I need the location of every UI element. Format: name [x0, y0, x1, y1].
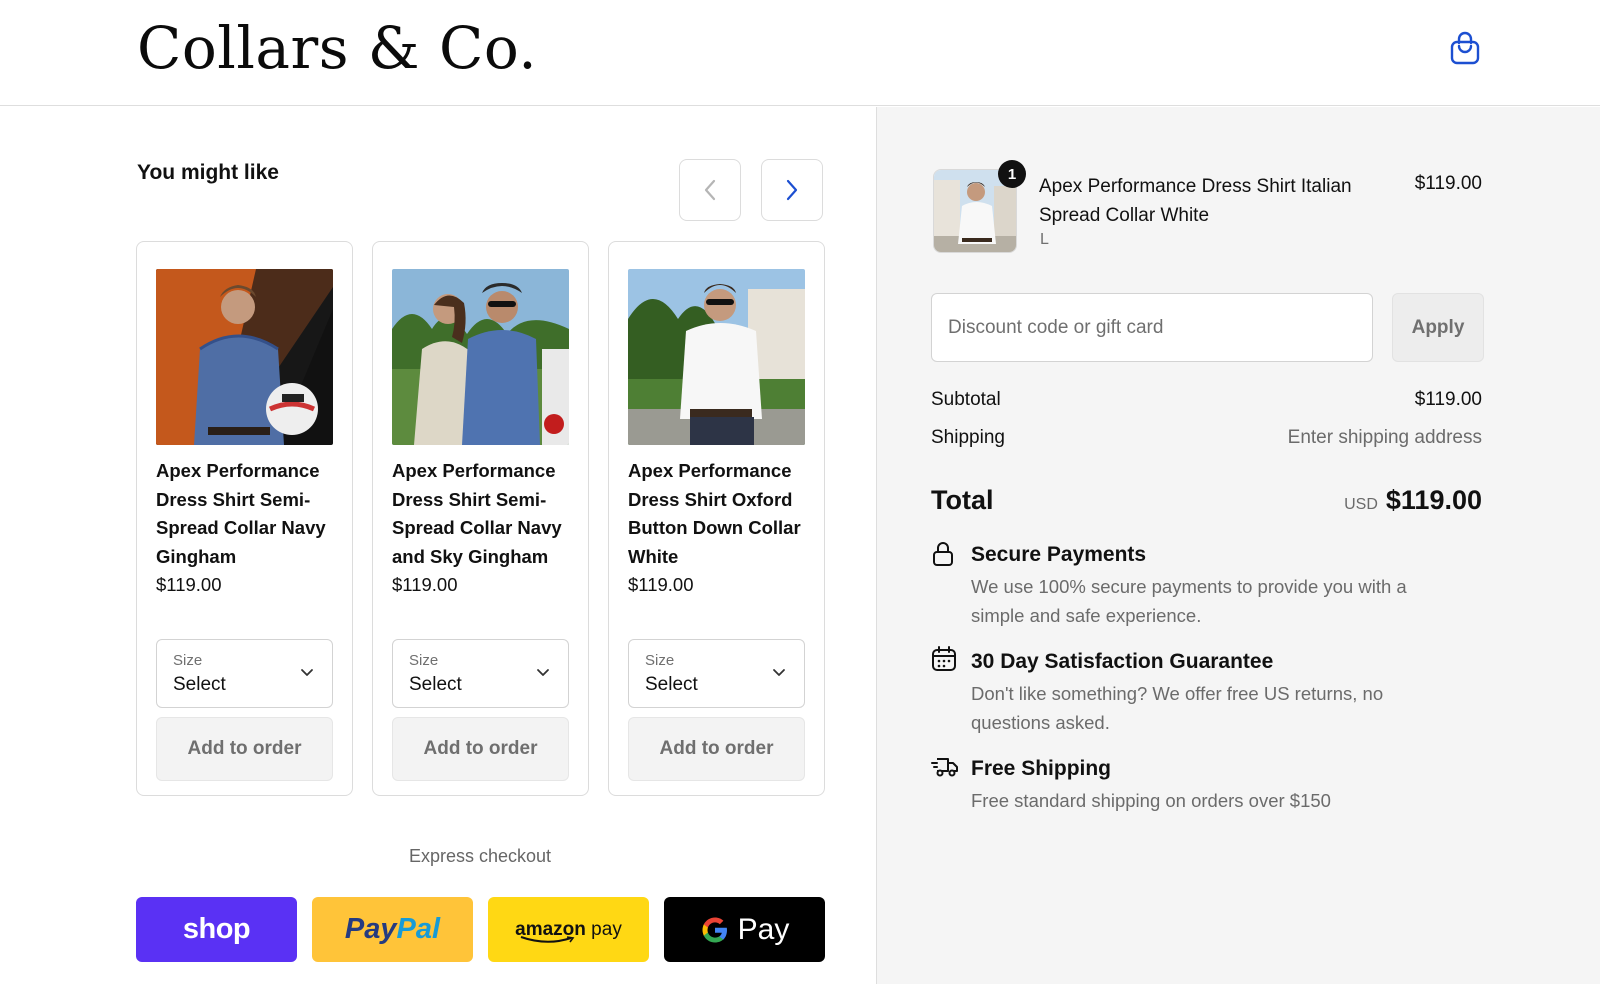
- size-label: Size: [645, 652, 675, 669]
- lock-icon: [933, 542, 953, 566]
- product-title[interactable]: Apex Performance Dress Shirt Oxford Butt…: [628, 457, 808, 600]
- site-header: Collars & Co.: [0, 0, 1600, 106]
- product-name[interactable]: Apex Performance Dress Shirt Semi-Spread…: [156, 460, 326, 567]
- product-price: $119.00: [628, 574, 694, 596]
- feature-description: We use 100% secure payments to provide y…: [971, 576, 1407, 626]
- product-image[interactable]: [628, 269, 805, 445]
- order-summary: 1 Apex Performance Dress Shirt Italian S…: [876, 107, 1600, 984]
- shipping-label: Shipping: [931, 427, 1005, 448]
- express-checkout-heading: Express checkout: [408, 846, 552, 866]
- product-name[interactable]: Apex Performance Dress Shirt Semi-Spread…: [392, 460, 562, 567]
- quantity-badge: 1: [998, 160, 1026, 188]
- feature-description: Don't like something? We offer free US r…: [971, 683, 1384, 733]
- size-value: Select: [409, 674, 462, 695]
- carousel-prev-button[interactable]: [679, 159, 741, 221]
- add-to-order-button[interactable]: Add to order: [392, 717, 569, 781]
- add-to-order-button[interactable]: Add to order: [156, 717, 333, 781]
- feature-title: Secure Payments: [971, 543, 1147, 566]
- amazon-pay-text: pay: [585, 918, 622, 940]
- total-amount: $119.00: [1385, 485, 1482, 515]
- shop-pay-button[interactable]: shop: [136, 897, 297, 962]
- feature-description: Free standard shipping on orders over $1…: [971, 790, 1331, 811]
- order-item-variant: L: [1040, 231, 1049, 248]
- amazon-pay-logo: amazon pay: [515, 918, 622, 943]
- shipping-value: Enter shipping address: [1287, 427, 1482, 448]
- feature-title: 30 Day Satisfaction Guarantee: [971, 650, 1274, 673]
- paypal-logo-pal: Pal: [396, 913, 441, 945]
- chevron-left-icon: [704, 179, 716, 201]
- order-item-price: $119.00: [1414, 173, 1482, 194]
- apply-discount-button[interactable]: Apply: [1392, 293, 1484, 362]
- google-pay-text: Pay: [737, 912, 790, 946]
- discount-code-input[interactable]: [931, 293, 1373, 362]
- product-name[interactable]: Apex Performance Dress Shirt Oxford Butt…: [628, 460, 801, 567]
- product-title[interactable]: Apex Performance Dress Shirt Semi-Spread…: [392, 457, 572, 600]
- order-item-name: Apex Performance Dress Shirt Italian Spr…: [1039, 176, 1352, 226]
- total-currency: USD: [1344, 496, 1378, 513]
- subtotal-label: Subtotal: [931, 389, 1001, 410]
- product-card: Apex Performance Dress Shirt Semi-Spread…: [136, 241, 353, 796]
- chevron-down-icon: [537, 669, 549, 676]
- size-select[interactable]: Size Select: [156, 639, 333, 708]
- google-pay-button[interactable]: Pay: [664, 897, 825, 962]
- feature-title: Free Shipping: [971, 757, 1112, 780]
- chevron-right-icon: [786, 179, 798, 201]
- product-price: $119.00: [392, 574, 458, 596]
- size-value: Select: [645, 674, 698, 695]
- product-price: $119.00: [156, 574, 222, 596]
- google-g-icon: [702, 917, 727, 942]
- size-label: Size: [409, 652, 439, 669]
- size-label: Size: [173, 652, 203, 669]
- amazon-pay-button[interactable]: amazon pay: [488, 897, 649, 962]
- chevron-down-icon: [773, 669, 785, 676]
- paypal-button[interactable]: PayPal: [312, 897, 473, 962]
- chevron-down-icon: [301, 669, 313, 676]
- total-amount-group: USD $119.00: [1344, 485, 1482, 516]
- calendar-icon: [932, 646, 956, 671]
- add-to-order-button[interactable]: Add to order: [628, 717, 805, 781]
- size-value: Select: [173, 674, 226, 695]
- upsell-heading: You might like: [137, 161, 279, 184]
- paypal-logo-pay: Pay: [344, 913, 397, 945]
- delivery-truck-icon: [931, 758, 958, 777]
- product-image[interactable]: [156, 269, 333, 445]
- shopping-bag-icon[interactable]: [1450, 31, 1480, 65]
- product-title[interactable]: Apex Performance Dress Shirt Semi-Spread…: [156, 457, 336, 600]
- main-column: You might like Apex Performance Dress Sh…: [0, 107, 876, 984]
- carousel-next-button[interactable]: [761, 159, 823, 221]
- paypal-logo: PayPal: [345, 913, 440, 946]
- total-label: Total: [931, 485, 994, 515]
- store-logo[interactable]: Collars & Co.: [137, 14, 537, 82]
- amazon-smile-icon: [520, 935, 575, 943]
- product-image[interactable]: [392, 269, 569, 445]
- product-card: Apex Performance Dress Shirt Oxford Butt…: [608, 241, 825, 796]
- size-select[interactable]: Size Select: [392, 639, 569, 708]
- subtotal-value: $119.00: [1414, 389, 1482, 410]
- product-card: Apex Performance Dress Shirt Semi-Spread…: [372, 241, 589, 796]
- size-select[interactable]: Size Select: [628, 639, 805, 708]
- shop-pay-logo: shop: [182, 913, 251, 945]
